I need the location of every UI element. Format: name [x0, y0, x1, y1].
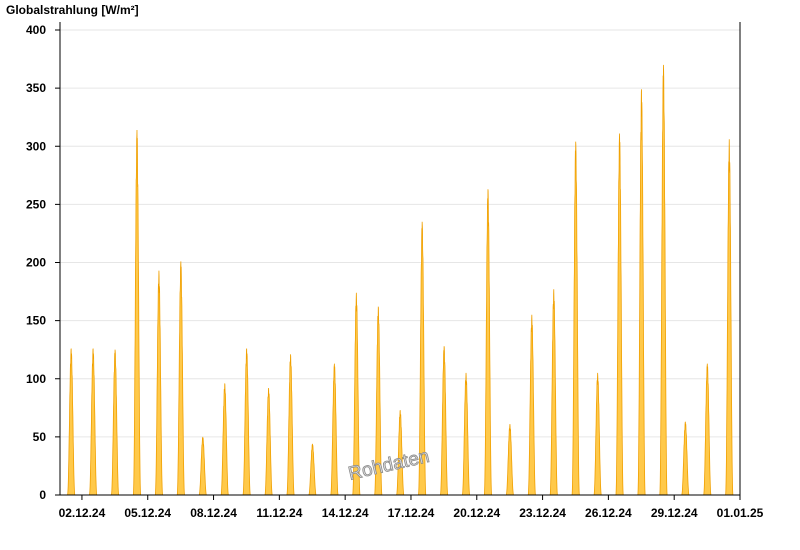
y-tick-label: 350: [26, 81, 46, 95]
chart: 0 50 100 150 200 250 300 350 400 02.12.24 05.12.2…: [6, 3, 764, 520]
day-peak-area: [110, 349, 120, 496]
day-peak-area: [176, 261, 186, 496]
x-tick-label: 11.12.24: [256, 506, 302, 520]
day-peak-area: [527, 314, 537, 496]
day-peak-area: [615, 133, 624, 496]
day-peak-area: [637, 89, 646, 496]
day-peak-area: [593, 372, 603, 496]
day-peak-area: [483, 189, 493, 496]
y-tick-label: 400: [26, 23, 46, 37]
day-peak-area: [132, 129, 142, 496]
y-tick-label: 300: [26, 139, 46, 153]
x-axis-ticks: 02.12.24 05.12.24 08.12.24 11.12.24 14.12.24…: [59, 495, 764, 520]
day-peak-area: [571, 141, 580, 496]
day-peak-area: [154, 270, 164, 496]
day-peak-area: [220, 383, 230, 496]
day-peak-area: [307, 443, 318, 496]
day-peak-area: [330, 363, 339, 496]
y-tick-label: 0: [39, 488, 46, 502]
y-axis-label: Globalstrahlung [W/m²]: [6, 3, 139, 17]
day-peak-area: [198, 436, 208, 496]
x-tick-label: 01.01.25: [717, 506, 764, 520]
x-tick-label: 14.12.24: [322, 506, 369, 520]
y-tick-label: 100: [26, 372, 46, 386]
x-tick-label: 02.12.24: [59, 506, 106, 520]
x-tick-label: 23.12.24: [519, 506, 566, 520]
day-peak-area: [461, 372, 471, 496]
y-tick-label: 250: [26, 197, 46, 211]
day-peak-area: [725, 139, 734, 496]
gridlines: [60, 29, 740, 438]
x-tick-label: 08.12.24: [190, 506, 237, 520]
y-axis-ticks: 0 50 100 150 200 250 300 350 400: [26, 23, 60, 502]
day-peak-area: [680, 421, 690, 496]
day-peak-area: [66, 348, 76, 496]
day-peak-area: [439, 346, 449, 496]
day-peak-area: [88, 348, 98, 496]
x-tick-label: 20.12.24: [453, 506, 500, 520]
day-peak-area: [702, 363, 712, 496]
series-area: [66, 64, 734, 496]
day-peak-area: [659, 64, 668, 496]
x-tick-label: 29.12.24: [651, 506, 698, 520]
day-peak-area: [264, 388, 274, 496]
day-peak-area: [242, 348, 251, 496]
day-peak-area: [286, 354, 295, 496]
y-tick-label: 50: [33, 430, 47, 444]
y-tick-label: 200: [26, 256, 46, 270]
day-peak-area: [549, 289, 559, 496]
x-tick-label: 05.12.24: [124, 506, 171, 520]
y-tick-label: 150: [26, 314, 46, 328]
day-peak-area: [505, 424, 515, 496]
x-tick-label: 17.12.24: [388, 506, 435, 520]
x-tick-label: 26.12.24: [585, 506, 632, 520]
